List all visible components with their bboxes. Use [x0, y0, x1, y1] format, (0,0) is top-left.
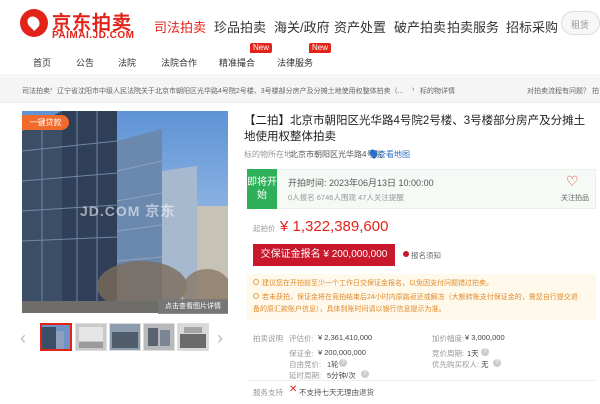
tip-line: 建议您在开拍前至少一个工作日交保证金报名，以免因支付问题错过拍卖。 — [262, 280, 493, 287]
increment-value: ¥ 3,000,000 — [465, 333, 505, 342]
thumbnail-5[interactable] — [177, 323, 209, 351]
new-badge: New — [309, 43, 332, 53]
free-bid-label: 自由竞价: — [289, 360, 322, 369]
nav-auction-service[interactable]: 拍卖服务 — [447, 17, 499, 36]
subnav-notice[interactable]: 公告 — [76, 56, 94, 69]
help-icon[interactable]: ? — [339, 359, 347, 367]
free-bid-value: 1轮 — [327, 360, 339, 369]
logo-domain: PAIMAI.JD.COM — [52, 30, 135, 41]
pay-deposit-button[interactable]: 交保证金报名 ¥ 200,000,000 — [253, 244, 395, 266]
increment-label: 加价幅度: — [432, 334, 465, 343]
chevron-left-icon[interactable]: ‹ — [20, 329, 26, 347]
tip-line: 备的原汇款账户信息），具体到账时间请以银行信息提示为准。 — [253, 306, 446, 313]
thumbnail-image — [76, 324, 106, 350]
thumbnail-1[interactable] — [40, 323, 72, 351]
service-value: 不支持七天无理由退货 — [299, 388, 374, 397]
help-link[interactable]: 对拍卖流程有问题？ 拍 — [527, 86, 600, 96]
subnav-home[interactable]: 首页 — [33, 56, 51, 69]
subnav-matching[interactable]: 精准撮合 — [219, 56, 255, 69]
page: { "header": { "logo_cn": "京东拍卖", "logo_e… — [0, 0, 600, 404]
thumbnail-image — [178, 324, 208, 350]
appraisal-label: 评估价: — [289, 334, 314, 343]
follow-button[interactable]: 关注拍品 — [561, 193, 589, 203]
starting-price-label: 起拍价 — [253, 224, 276, 233]
jd-watermark: JD.COM 京东 — [80, 203, 176, 219]
thumbnail-image — [110, 324, 140, 350]
heart-plus-icon[interactable]: ♡ — [566, 174, 579, 188]
tip-line: 若未获拍，保证金将在竞拍结束后24小时内原路返还或解冻（大额转账支付保证金的，需… — [262, 294, 578, 301]
location-label: 标的物所在地: — [244, 150, 295, 159]
priority-buyer-label: 优先购买权人: — [432, 360, 480, 369]
deposit-value: ¥ 200,000,000 — [318, 348, 366, 357]
nav-asset-disposal[interactable]: 资产处置 — [334, 17, 386, 36]
new-badge: New — [250, 43, 273, 53]
thumbnail-image — [144, 324, 174, 350]
breadcrumb-current: 标的物详情 — [420, 88, 455, 95]
auction-title: 【二拍】北京市朝阳区光华路4号院2号楼、3号楼部分房产及分摊土地使用权整体拍卖 — [244, 115, 586, 143]
view-map-link[interactable]: 查看地图 — [378, 149, 410, 160]
breadcrumb-sep: › — [412, 86, 415, 93]
appraisal-value: ¥ 2,361,410,000 — [318, 333, 373, 342]
breadcrumb-judicial[interactable]: 司法拍卖 — [22, 86, 50, 96]
delay-value: 5分钟/次 — [327, 371, 356, 380]
help-icon[interactable]: ? — [481, 348, 489, 356]
site-header: 京东拍卖 PAIMAI.JD.COM 司法拍卖 珍品拍卖 海关/政府 资产处置 … — [0, 0, 600, 46]
thumbnail-image — [42, 325, 70, 349]
service-label: 服务支持 — [253, 388, 283, 397]
view-images-button[interactable]: 点击查看图片详情 — [158, 299, 228, 314]
registration-notice-link[interactable]: 报名须知 — [411, 250, 441, 261]
priority-buyer-value: 无 — [481, 360, 489, 369]
nav-bankruptcy[interactable]: 破产拍卖 — [394, 17, 446, 36]
help-icon[interactable]: ? — [493, 359, 501, 367]
starting-price: ¥ 1,322,389,600 — [280, 218, 389, 235]
info-dot-icon — [403, 251, 409, 257]
nav-judicial-auction[interactable]: 司法拍卖 — [154, 17, 206, 36]
subnav-legal-service[interactable]: 法律服务 — [277, 56, 313, 69]
thumbnail-2[interactable] — [75, 323, 107, 351]
nav-customs-gov[interactable]: 海关/政府 — [274, 17, 330, 36]
warning-icon — [253, 293, 259, 299]
auction-status-panel — [247, 169, 596, 209]
thumbnail-4[interactable] — [143, 323, 175, 351]
close-icon: ✕ — [289, 384, 298, 395]
loan-badge[interactable]: 一键贷款 — [22, 115, 69, 130]
subnav-court[interactable]: 法院 — [118, 56, 136, 69]
status-badge: 即将开始 — [247, 169, 277, 209]
jd-logo-icon[interactable] — [20, 9, 48, 37]
subnav-court-coop[interactable]: 法院合作 — [161, 56, 197, 69]
thumbnail-3[interactable] — [109, 323, 141, 351]
search-input[interactable]: 租赁 — [561, 11, 600, 35]
breadcrumb-sep: › — [50, 86, 53, 93]
nav-treasure-auction[interactable]: 珍品拍卖 — [214, 17, 266, 36]
breadcrumb-auction[interactable]: 辽宁省沈阳市中级人民法院关于北京市朝阳区光华路4号院2号楼、3号楼部分房产及分摊… — [57, 86, 407, 96]
start-time: 开拍时间: 2023年06月13日 10:00:00 — [288, 178, 434, 188]
breadcrumb: 司法拍卖 › 辽宁省沈阳市中级人民法院关于北京市朝阳区光华路4号院2号楼、3号楼… — [0, 77, 600, 103]
warning-icon — [253, 279, 259, 285]
divider — [247, 380, 596, 381]
nav-tender[interactable]: 招标采购 — [506, 17, 558, 36]
chevron-right-icon[interactable]: › — [217, 329, 223, 347]
auction-info-heading: 拍卖说明 — [253, 334, 283, 343]
bid-cycle-value: 1天 — [467, 349, 479, 358]
deposit-label: 保证金: — [289, 349, 314, 358]
bid-cycle-label: 竞价周期: — [432, 349, 465, 358]
sub-navigation: 首页 公告 法院 法院合作 精准撮合 New 法律服务 New — [0, 43, 600, 76]
help-icon[interactable]: ? — [361, 370, 369, 378]
participation-stats: 0人报名 6746人围观 47人关注提醒 — [288, 193, 404, 202]
